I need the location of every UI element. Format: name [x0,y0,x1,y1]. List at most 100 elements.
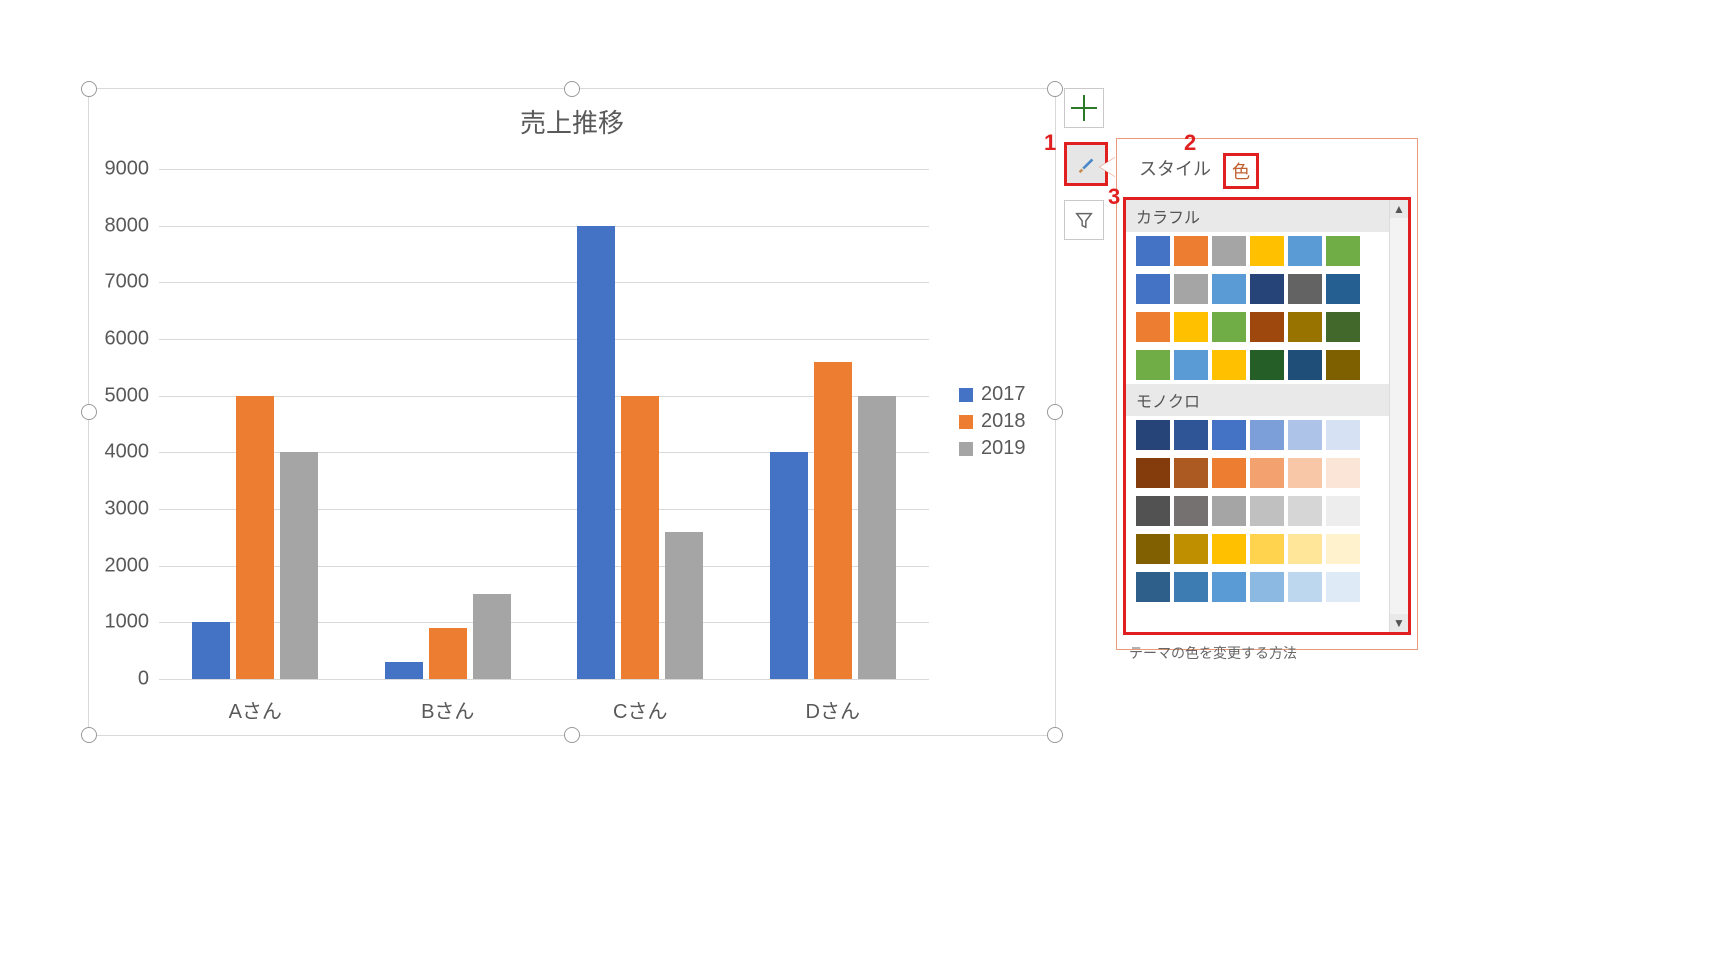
chart-title[interactable]: 売上推移 [89,103,1055,140]
color-swatch[interactable] [1136,534,1170,564]
color-swatch[interactable] [1250,572,1284,602]
mono-palette-row[interactable] [1126,492,1408,530]
color-swatch[interactable] [1250,420,1284,450]
color-swatch[interactable] [1174,572,1208,602]
color-swatch[interactable] [1212,236,1246,266]
bar-2017[interactable] [192,622,230,679]
theme-color-help-link[interactable]: テーマの色を変更する方法 [1117,635,1417,671]
bar-2017[interactable] [385,662,423,679]
legend-item[interactable]: 2019 [959,437,1026,460]
resize-handle-bl[interactable] [81,727,97,743]
color-swatch[interactable] [1288,534,1322,564]
legend-item[interactable]: 2018 [959,410,1026,433]
color-swatch[interactable] [1326,312,1360,342]
bar-2018[interactable] [429,628,467,679]
mono-palette-row[interactable] [1126,454,1408,492]
mono-palette-row[interactable] [1126,530,1408,568]
color-swatch[interactable] [1326,458,1360,488]
color-swatch[interactable] [1136,312,1170,342]
color-swatch[interactable] [1174,458,1208,488]
chart-elements-button[interactable] [1064,88,1104,128]
color-swatch[interactable] [1136,350,1170,380]
color-swatch[interactable] [1326,350,1360,380]
colorful-palette-row[interactable] [1126,270,1408,308]
color-swatch[interactable] [1288,274,1322,304]
color-swatch[interactable] [1250,312,1284,342]
resize-handle-ml[interactable] [81,404,97,420]
bar-2017[interactable] [770,452,808,679]
color-swatch[interactable] [1326,534,1360,564]
color-swatch[interactable] [1174,274,1208,304]
chart-object[interactable]: 売上推移 01000200030004000500060007000800090… [88,88,1056,736]
color-swatch[interactable] [1212,496,1246,526]
scrollbar[interactable]: ▲ ▼ [1389,200,1408,632]
resize-handle-tr[interactable] [1047,81,1063,97]
color-swatch[interactable] [1136,496,1170,526]
color-swatch[interactable] [1174,496,1208,526]
color-swatch[interactable] [1250,458,1284,488]
mono-palette-row[interactable] [1126,416,1408,454]
color-swatch[interactable] [1136,458,1170,488]
color-swatch[interactable] [1250,274,1284,304]
colorful-palette-row[interactable] [1126,308,1408,346]
colorful-palette-row[interactable] [1126,346,1408,384]
bar-2019[interactable] [473,594,511,679]
color-swatch[interactable] [1326,274,1360,304]
resize-handle-tc[interactable] [564,81,580,97]
y-tick-label: 5000 [89,384,149,407]
color-swatch[interactable] [1174,312,1208,342]
scroll-up-icon[interactable]: ▲ [1390,200,1408,218]
resize-handle-mr[interactable] [1047,404,1063,420]
legend-swatch [959,388,973,402]
color-swatch[interactable] [1212,534,1246,564]
color-swatch[interactable] [1250,496,1284,526]
color-swatch[interactable] [1288,420,1322,450]
resize-handle-br[interactable] [1047,727,1063,743]
color-swatch[interactable] [1288,312,1322,342]
color-swatch[interactable] [1288,496,1322,526]
chart-filter-button[interactable] [1064,200,1104,240]
legend-item[interactable]: 2017 [959,383,1026,406]
resize-handle-bc[interactable] [564,727,580,743]
bar-2019[interactable] [665,532,703,679]
color-swatch[interactable] [1136,236,1170,266]
bar-2018[interactable] [236,396,274,679]
color-swatch[interactable] [1326,572,1360,602]
color-swatch[interactable] [1174,534,1208,564]
legend[interactable]: 2017 2018 2019 [959,379,1026,464]
color-swatch[interactable] [1326,236,1360,266]
color-swatch[interactable] [1212,312,1246,342]
color-swatch[interactable] [1212,572,1246,602]
colorful-palette-row[interactable] [1126,232,1408,270]
plot-area[interactable]: 0100020003000400050006000700080009000Aさん… [159,169,929,679]
color-swatch[interactable] [1212,350,1246,380]
color-swatch[interactable] [1326,496,1360,526]
color-swatch[interactable] [1288,236,1322,266]
bar-2019[interactable] [858,396,896,679]
color-swatch[interactable] [1212,274,1246,304]
tab-style[interactable]: スタイル [1133,153,1217,189]
tab-color[interactable]: 色 [1223,153,1259,189]
color-swatch[interactable] [1250,350,1284,380]
bar-2017[interactable] [577,226,615,679]
color-swatch[interactable] [1174,420,1208,450]
color-swatch[interactable] [1326,420,1360,450]
color-swatch[interactable] [1136,420,1170,450]
color-swatch[interactable] [1250,534,1284,564]
bar-2018[interactable] [621,396,659,679]
scroll-down-icon[interactable]: ▼ [1390,614,1408,632]
color-swatch[interactable] [1174,236,1208,266]
color-swatch[interactable] [1136,274,1170,304]
color-swatch[interactable] [1174,350,1208,380]
resize-handle-tl[interactable] [81,81,97,97]
color-swatch[interactable] [1212,420,1246,450]
color-swatch[interactable] [1288,572,1322,602]
color-swatch[interactable] [1250,236,1284,266]
mono-palette-row[interactable] [1126,568,1408,606]
color-swatch[interactable] [1288,458,1322,488]
color-swatch[interactable] [1288,350,1322,380]
color-swatch[interactable] [1212,458,1246,488]
color-swatch[interactable] [1136,572,1170,602]
bar-2018[interactable] [814,362,852,679]
bar-2019[interactable] [280,452,318,679]
